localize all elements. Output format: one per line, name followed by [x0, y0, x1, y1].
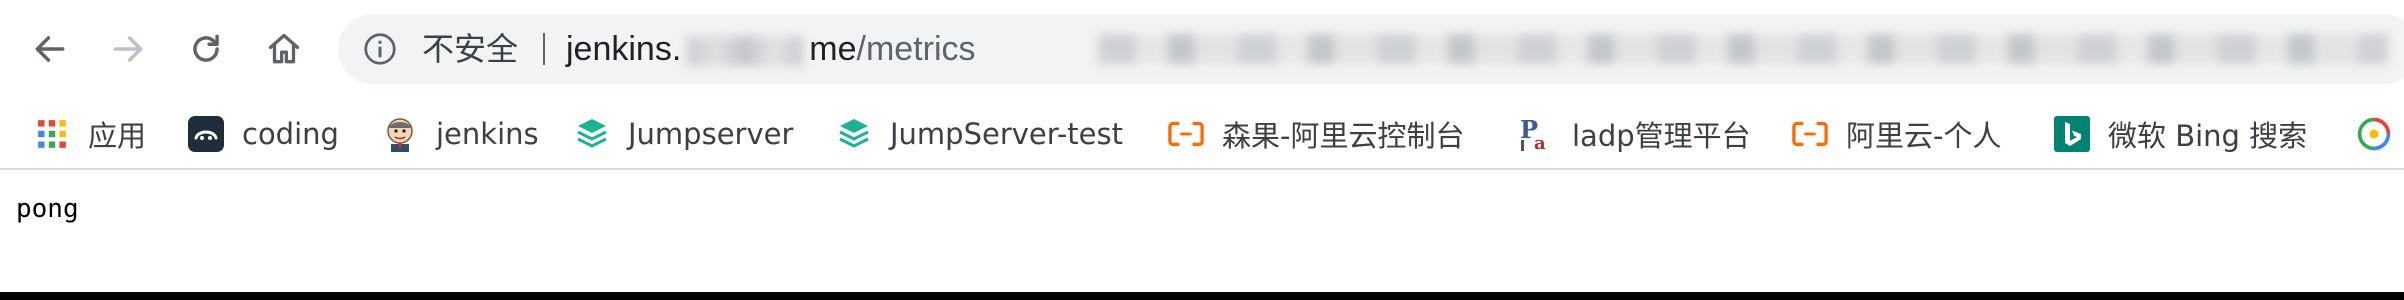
- partial-favicon-icon: [2356, 116, 2392, 152]
- bookmark-label: ladp管理平台: [1572, 119, 1751, 153]
- aliyun-icon: [1792, 116, 1828, 152]
- jumpserver-icon: [836, 116, 872, 152]
- bing-icon: [2054, 116, 2090, 152]
- url-path: /metrics: [856, 30, 976, 68]
- address-bar[interactable]: 不安全 jenkins.me/metrics bing: [338, 14, 2404, 84]
- bookmark-label: 阿里云-个人: [1846, 119, 2002, 153]
- forward-button[interactable]: [99, 20, 157, 78]
- bookmark-aliyun-personal[interactable]: 阿里云-个人: [1782, 106, 2011, 162]
- url-host-prefix: jenkins.: [566, 30, 682, 68]
- reload-button[interactable]: [177, 20, 235, 78]
- bookmark-ldap[interactable]: P a ladp管理平台: [1508, 106, 1761, 162]
- jenkins-icon: [382, 116, 418, 152]
- ldap-icon: P a: [1518, 116, 1554, 152]
- arrow-right-icon: [113, 36, 143, 62]
- bookmark-label: Jumpserver: [628, 117, 794, 151]
- bookmark-jenkins[interactable]: jenkins: [372, 106, 549, 162]
- apps-grid-icon: [34, 116, 70, 152]
- reload-icon: [193, 34, 219, 62]
- url-host-suffix: me: [809, 30, 857, 68]
- bookmark-label: 森果-阿里云控制台: [1222, 119, 1465, 153]
- bookmark-partial[interactable]: [2346, 106, 2402, 162]
- bookmark-apps[interactable]: 应用: [24, 106, 156, 162]
- url-text[interactable]: jenkins. me/metrics: [566, 14, 976, 84]
- bookmark-label: JumpServer-test: [890, 117, 1123, 151]
- aliyun-icon: [1168, 116, 1204, 152]
- back-button[interactable]: [21, 20, 79, 78]
- redacted-query: [1098, 34, 2388, 64]
- bookmark-label: jenkins: [436, 117, 539, 151]
- home-button[interactable]: [255, 20, 313, 78]
- bookmarks-bar: 应用 coding jenkins Jumpserver JumpServer-…: [0, 98, 2404, 170]
- redacted-host: [687, 36, 804, 67]
- bookmark-aliyun-console[interactable]: 森果-阿里云控制台: [1158, 106, 1474, 162]
- response-body-text: pong: [16, 194, 79, 224]
- bookmark-bing[interactable]: 微软 Bing 搜索: [2044, 106, 2317, 162]
- window-bottom-edge: [0, 292, 2404, 300]
- omnibox-divider: [543, 33, 545, 65]
- security-status-label[interactable]: 不安全: [422, 14, 518, 84]
- browser-toolbar: 不安全 jenkins.me/metrics bing: [0, 0, 2404, 98]
- arrow-left-icon: [35, 36, 65, 62]
- bookmark-jumpserver[interactable]: Jumpserver: [564, 106, 803, 162]
- bookmark-coding[interactable]: coding: [178, 106, 349, 162]
- svg-text:a: a: [1534, 133, 1546, 152]
- bookmark-label: 微软 Bing 搜索: [2108, 119, 2308, 153]
- bookmark-label: 应用: [88, 119, 147, 153]
- bookmark-label: coding: [242, 117, 339, 151]
- coding-icon: [188, 116, 224, 152]
- jumpserver-icon: [574, 116, 610, 152]
- info-icon[interactable]: [362, 31, 398, 67]
- bookmark-jumpserver-test[interactable]: JumpServer-test: [826, 106, 1133, 162]
- home-icon: [268, 33, 300, 64]
- page-content: pong: [0, 172, 2404, 290]
